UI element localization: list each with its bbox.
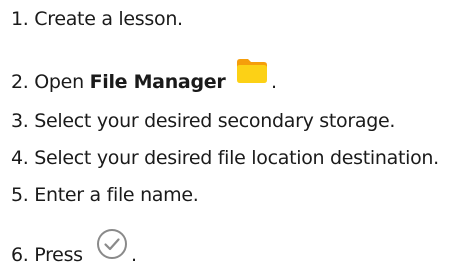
step-2-prefix: 2. Open [11,71,90,93]
step-4: 4. Select your desired file location des… [11,146,439,170]
step-5-text: 5. Enter a file name. [11,184,199,206]
step-2-suffix: . [271,71,278,93]
step-4-text: 4. Select your desired file location des… [11,147,439,169]
step-5: 5. Enter a file name. [11,183,199,207]
step-6: 6. Press [11,243,83,267]
file-manager-label: File Manager [89,71,226,93]
instruction-steps: 1. Create a lesson. 2. Open File Manager… [0,0,469,267]
step-3-text: 3. Select your desired secondary storage… [11,110,396,132]
step-6-suffix: . [131,244,138,266]
step-3: 3. Select your desired secondary storage… [11,109,395,133]
step-6-prefix: 6. Press [11,244,83,266]
step-1-text: 1. Create a lesson. [11,8,183,30]
step-2: 2. Open File Manager [11,70,226,94]
check-circle-icon [97,229,127,259]
folder-icon [237,59,267,83]
step-1: 1. Create a lesson. [11,7,183,31]
